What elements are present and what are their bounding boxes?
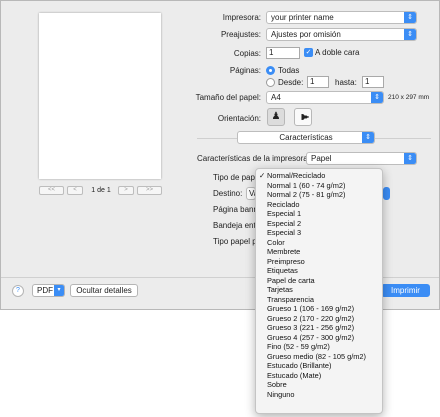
menu-item-label: Normal 2 (75 - 81 g/m2)	[267, 190, 346, 199]
menu-item[interactable]: Grueso 3 (221 - 256 g/m2)	[256, 323, 382, 333]
menu-item[interactable]: Tarjetas	[256, 285, 382, 295]
pdf-menu-button[interactable]: PDF ▾	[32, 284, 65, 297]
destination-chevron[interactable]	[383, 187, 390, 200]
menu-item-label: Preimpreso	[267, 256, 305, 266]
copies-field[interactable]: 1	[266, 47, 300, 59]
paper-size-label: Tamaño del papel:	[195, 93, 261, 102]
menu-item[interactable]: Sobre	[256, 380, 382, 390]
menu-item-label: Estucado (Mate)	[267, 370, 322, 380]
destination-label: Destino:	[213, 189, 243, 198]
menu-item-label: Sobre	[267, 380, 287, 389]
portrait-orientation-button[interactable]: ♟	[267, 108, 285, 126]
chevron-updown-icon: ⇕	[404, 153, 416, 164]
paper-type-menu: ✓ Normal/Reciclado Normal 1 (60 - 74 g/m2)…	[255, 168, 383, 414]
chevron-updown-icon: ⇕	[404, 29, 416, 40]
paper-dimensions: 210 x 297 mm	[388, 94, 430, 101]
chevron-updown-icon: ⇕	[362, 132, 374, 143]
menu-item[interactable]: Normal 2 (75 - 81 g/m2)	[256, 190, 382, 200]
menu-item-label: Especial 2	[267, 218, 302, 228]
menu-item-label: Membrete	[267, 247, 301, 256]
menu-item-label: Grueso 2 (170 - 220 g/m2)	[267, 313, 355, 323]
menu-item-label: Etiquetas	[267, 266, 298, 275]
section-select[interactable]: Características ⇕	[237, 131, 375, 144]
menu-item[interactable]: Estucado (Mate)	[256, 371, 382, 381]
menu-item-label: Fino (52 - 59 g/m2)	[267, 342, 330, 351]
menu-item[interactable]: Especial 1	[256, 209, 382, 219]
menu-item[interactable]: Fino (52 - 59 g/m2)	[256, 342, 382, 352]
banner-page-label: Página banne	[213, 205, 256, 214]
chevron-updown-icon: ⇕	[404, 12, 416, 23]
menu-item-label: Papel de carta	[267, 275, 315, 285]
menu-item[interactable]: Especial 2	[256, 219, 382, 229]
pages-to-field[interactable]: 1	[362, 76, 384, 88]
paper-type2-label: Tipo papel pá	[213, 237, 256, 246]
duplex-label: A doble cara	[315, 48, 360, 57]
menu-item-label: Transparencia	[267, 294, 314, 304]
menu-item[interactable]: Transparencia	[256, 295, 382, 305]
checkmark-icon: ✓	[259, 171, 266, 180]
menu-item-label: Normal 1 (60 - 74 g/m2)	[267, 180, 346, 190]
presets-label: Preajustes:	[220, 30, 261, 39]
menu-item[interactable]: Reciclado	[256, 200, 382, 210]
menu-item-label: Grueso 4 (257 - 300 g/m2)	[267, 332, 355, 342]
menu-item-label: Grueso 3 (221 - 256 g/m2)	[267, 323, 355, 332]
pages-from-label: Desde:	[278, 78, 304, 87]
menu-item[interactable]: Preimpreso	[256, 257, 382, 267]
menu-item[interactable]: Estucado (Brillante)	[256, 361, 382, 371]
pages-to-label: hasta:	[335, 78, 357, 87]
pages-all-label: Todas	[278, 66, 300, 75]
landscape-orientation-button[interactable]: ♟	[294, 108, 312, 126]
menu-item[interactable]: Grueso medio (82 - 105 g/m2)	[256, 352, 382, 362]
menu-item[interactable]: ✓ Normal/Reciclado	[256, 171, 382, 181]
pages-range-radio[interactable]	[266, 78, 275, 87]
menu-item-label: Tarjetas	[267, 285, 293, 294]
hide-details-button[interactable]: Ocultar detalles	[70, 284, 138, 297]
menu-item-label: Grueso 1 (106 - 169 g/m2)	[267, 304, 355, 313]
menu-item[interactable]: Especial 3	[256, 228, 382, 238]
menu-item[interactable]: Color	[256, 238, 382, 248]
first-page-button[interactable]: <<	[39, 186, 64, 195]
chevron-updown-icon: ⇕	[371, 92, 383, 103]
menu-item-label: Estucado (Brillante)	[267, 361, 332, 370]
menu-item-label: Color	[267, 237, 285, 247]
menu-item-label: Normal/Reciclado	[267, 171, 326, 180]
copies-label: Copias:	[233, 49, 261, 58]
menu-item-label: Ninguno	[267, 389, 295, 399]
pages-label: Páginas:	[229, 66, 261, 75]
print-button[interactable]: Imprimir	[381, 284, 430, 297]
input-tray-label: Bandeja entra	[213, 221, 256, 230]
menu-item-label: Grueso medio (82 - 105 g/m2)	[267, 351, 366, 361]
menu-item[interactable]: Grueso 1 (106 - 169 g/m2)	[256, 304, 382, 314]
menu-item[interactable]: Membrete	[256, 247, 382, 257]
menu-item[interactable]: Grueso 2 (170 - 220 g/m2)	[256, 314, 382, 324]
paper-type-label: Tipo de papel	[213, 173, 256, 182]
menu-item[interactable]: Grueso 4 (257 - 300 g/m2)	[256, 333, 382, 343]
orientation-label: Orientación:	[217, 114, 261, 123]
last-page-button[interactable]: >>	[137, 186, 162, 195]
prev-page-button[interactable]: <	[67, 186, 83, 195]
page-indicator: 1 de 1	[91, 187, 111, 194]
pages-all-radio[interactable]	[266, 66, 275, 75]
help-button[interactable]: ?	[12, 285, 24, 297]
menu-item-label: Especial 1	[267, 209, 302, 218]
printer-select[interactable]: your printer name ⇕	[266, 11, 417, 24]
paper-size-select[interactable]: A4 ⇕	[266, 91, 384, 104]
printer-label: Impresora:	[222, 13, 261, 22]
printer-features-label: Características de la impresora:	[197, 154, 310, 163]
portrait-person-icon: ♟	[271, 111, 281, 122]
menu-item[interactable]: Papel de carta	[256, 276, 382, 286]
presets-select[interactable]: Ajustes por omisión ⇕	[266, 28, 417, 41]
pages-from-field[interactable]: 1	[307, 76, 329, 88]
duplex-checkbox[interactable]: ✓	[304, 48, 313, 57]
menu-item-label: Especial 3	[267, 228, 302, 237]
chevron-down-icon: ▾	[54, 285, 64, 296]
menu-item[interactable]: Normal 1 (60 - 74 g/m2)	[256, 181, 382, 191]
menu-item[interactable]: Ninguno	[256, 390, 382, 400]
page-preview	[39, 13, 161, 179]
next-page-button[interactable]: >	[118, 186, 134, 195]
printer-features-select[interactable]: Papel ⇕	[306, 152, 417, 165]
menu-item-label: Reciclado	[267, 199, 300, 209]
menu-item[interactable]: Etiquetas	[256, 266, 382, 276]
landscape-person-icon: ♟	[298, 112, 309, 122]
